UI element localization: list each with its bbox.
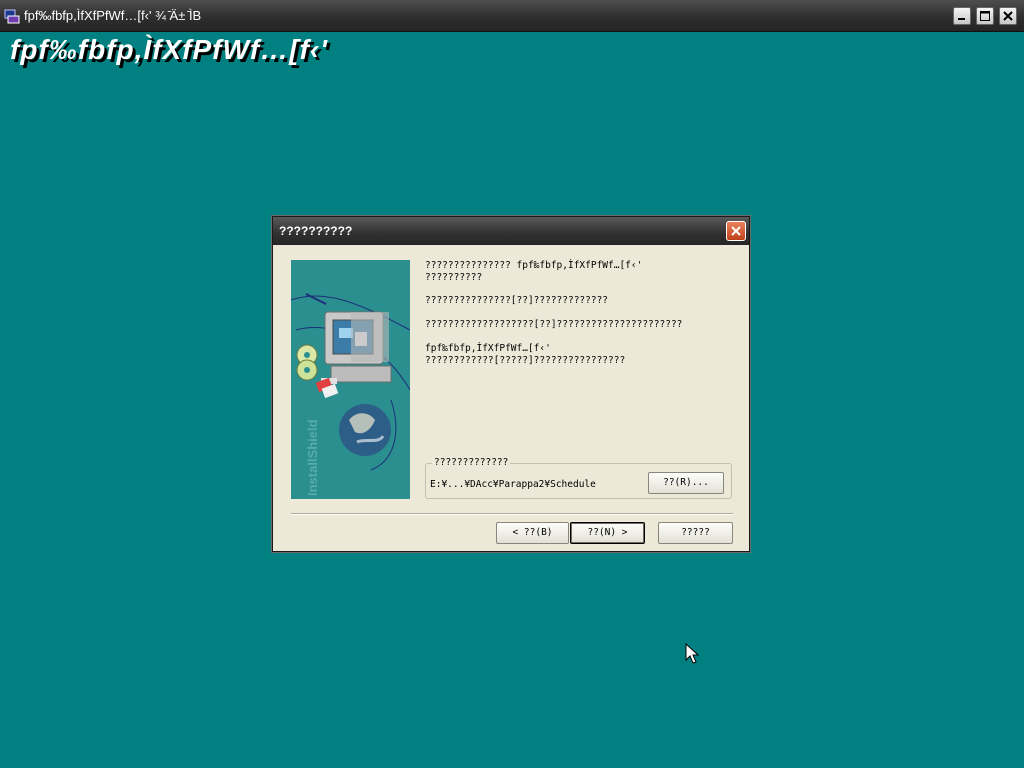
setup-dialog: ?????????? InstallShield ???????????????… (272, 216, 750, 552)
close-icon (1003, 11, 1013, 21)
installshield-side-image: InstallShield (291, 260, 410, 499)
close-icon (731, 226, 741, 236)
destination-folder-legend: ????????????? (432, 457, 511, 468)
destination-folder-group: ????????????? E:¥...¥DAcc¥Parappa2¥Sched… (425, 457, 732, 499)
mouse-cursor-icon (685, 642, 700, 670)
browse-button[interactable]: ??(R)... (648, 472, 724, 494)
window-title: fpf‰fbfp,ÌfXfPfWf…[f‹' ¾ ̄Ä± ̄ÌB (24, 8, 202, 23)
destination-path: E:¥...¥DAcc¥Parappa2¥Schedule (430, 479, 596, 490)
cancel-button[interactable]: ????? (658, 522, 733, 544)
message-line-2: ???????????????[??]????????????? (425, 295, 609, 306)
dialog-close-button[interactable] (726, 221, 746, 241)
installer-heading: fpf‰fbfp,ÌfXfPfWf…[f‹' (10, 34, 328, 65)
message-line-3: ???????????????????[??]?????????????????… (425, 319, 683, 330)
minimize-button[interactable] (953, 7, 971, 25)
maximize-icon (980, 11, 990, 21)
message-line-4b: ????????????[?????]???????????????? (425, 355, 626, 366)
svg-text:InstallShield: InstallShield (305, 419, 320, 496)
next-button[interactable]: ??(N) > (570, 522, 645, 544)
back-button[interactable]: < ??(B) (496, 522, 569, 544)
dialog-titlebar[interactable]: ?????????? (273, 217, 749, 245)
app-icon (4, 8, 20, 24)
message-line-4a: fpf‰fbfp,ÌfXfPfWf…[f‹' (425, 343, 551, 354)
message-line-1b: ?????????? (425, 272, 483, 283)
close-button[interactable] (999, 7, 1017, 25)
dialog-divider (291, 513, 733, 515)
window-titlebar[interactable]: fpf‰fbfp,ÌfXfPfWf…[f‹' ¾ ̄Ä± ̄ÌB (0, 0, 1024, 32)
message-line-1a: ??????????????? fpf‰fbfp,ÌfXfPfWf…[f‹' (425, 260, 643, 271)
dialog-title: ?????????? (279, 224, 353, 238)
minimize-icon (958, 18, 965, 20)
maximize-button[interactable] (976, 7, 994, 25)
